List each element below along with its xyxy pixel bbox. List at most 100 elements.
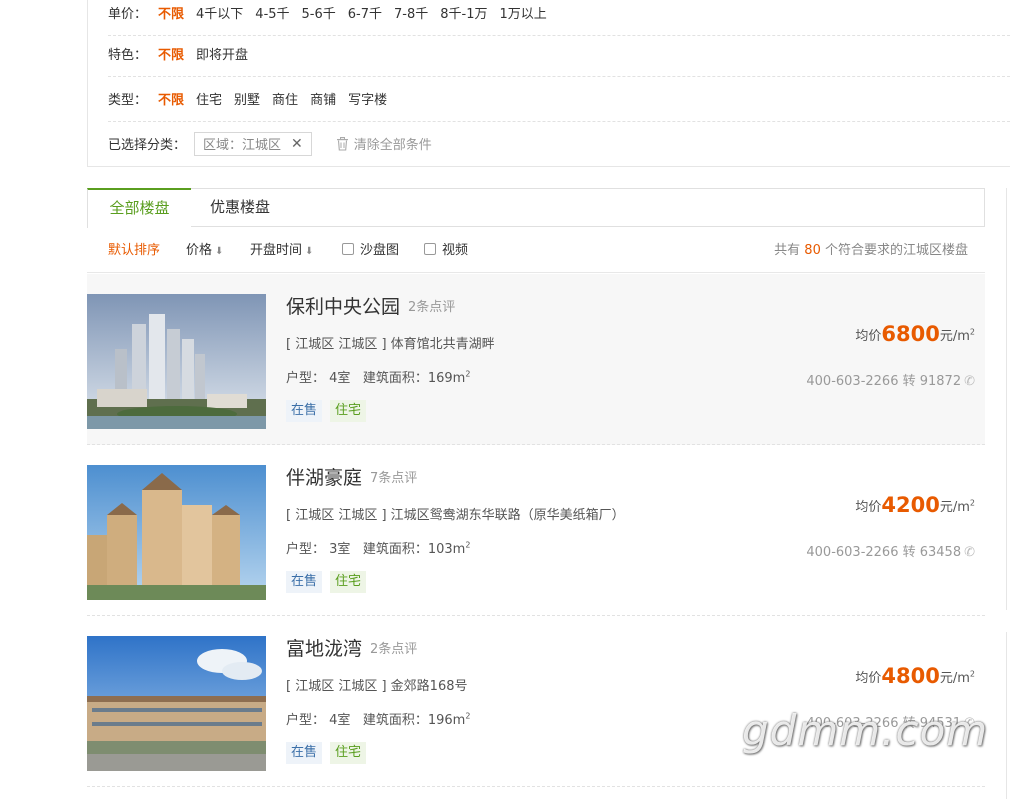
- listing-name[interactable]: 富地泷湾 2条点评: [286, 634, 417, 661]
- listing-name[interactable]: 伴湖豪庭 7条点评: [286, 463, 417, 490]
- listing-spec: 户型： 3室 建筑面积：103m2: [286, 538, 470, 557]
- layout-label: 户型：: [286, 713, 326, 728]
- side-divider: [1006, 188, 1007, 610]
- price-value: 6800: [881, 322, 940, 346]
- phone-text: 400-603-2266 转 91872: [806, 374, 962, 389]
- watermark: gdmm.com: [742, 706, 989, 755]
- filter-row-selected: 已选择分类： 区域：江城区 ✕ 清除全部条件: [108, 121, 1010, 166]
- arrow-down-icon: ⬇: [305, 246, 314, 257]
- filter-option[interactable]: 即将开盘: [196, 44, 248, 63]
- area-value: 103m: [427, 542, 466, 557]
- filter-option[interactable]: 住宅: [196, 89, 222, 108]
- status-badge: 在售: [286, 400, 323, 422]
- filter-option[interactable]: 商铺: [310, 89, 336, 108]
- filter-panel: 单价： 不限 4千以下 4-5千 5-6千 6-7千 7-8千 8千-1万 1万…: [87, 0, 1010, 167]
- listing-reviews[interactable]: 2条点评: [408, 300, 455, 315]
- listing-spec: 户型： 4室 建筑面积：196m2: [286, 709, 470, 728]
- listing-address: [ 江城区 江城区 ] 江城区鸳鸯湖东华联路（原华美纸箱厂）: [286, 508, 625, 523]
- listing-name[interactable]: 保利中央公园 2条点评: [286, 292, 455, 319]
- listing-name-text[interactable]: 保利中央公园: [286, 296, 400, 318]
- listing-tags: 在售 住宅: [286, 742, 374, 764]
- close-icon[interactable]: ✕: [291, 136, 303, 152]
- price-label: 均价: [855, 671, 882, 686]
- selected-tag-text: 区域：江城区: [203, 138, 282, 153]
- listing-photo[interactable]: [87, 465, 266, 600]
- layout-value: 3室: [329, 542, 351, 557]
- area-label: 建筑面积：: [362, 371, 428, 386]
- filter-video-checkbox[interactable]: 视频: [424, 228, 468, 273]
- status-badge: 在售: [286, 742, 323, 764]
- layout-label: 户型：: [286, 371, 326, 386]
- price-value: 4200: [881, 493, 940, 517]
- area-label: 建筑面积：: [362, 713, 428, 728]
- sand-table-label: 沙盘图: [360, 243, 400, 258]
- price-sup: 2: [969, 498, 975, 508]
- sort-open-time[interactable]: 开盘时间 ⬇: [250, 228, 313, 273]
- filter-option-unlimited[interactable]: 不限: [158, 44, 184, 63]
- sort-price[interactable]: 价格 ⬇: [186, 228, 223, 273]
- clear-all-button[interactable]: 清除全部条件: [336, 134, 432, 153]
- filter-label-type: 类型：: [108, 93, 148, 108]
- filter-option[interactable]: 4-5千: [255, 3, 289, 22]
- count-number: 80: [804, 243, 821, 258]
- count-suffix: 个符合要求的江城区楼盘: [824, 243, 968, 258]
- filter-option[interactable]: 5-6千: [302, 3, 336, 22]
- listing-item[interactable]: 保利中央公园 2条点评 [ 江城区 江城区 ] 体育馆北共青湖畔 户型： 4室 建…: [87, 274, 985, 445]
- filter-row-feature: 特色： 不限 即将开盘: [108, 31, 1010, 77]
- listing-reviews[interactable]: 7条点评: [370, 471, 417, 486]
- listing-photo[interactable]: [87, 636, 266, 771]
- filter-option[interactable]: 1万以上: [499, 3, 546, 22]
- sort-default[interactable]: 默认排序: [108, 228, 160, 273]
- filter-option[interactable]: 4千以下: [196, 3, 243, 22]
- selected-tag-district[interactable]: 区域：江城区 ✕: [194, 131, 312, 156]
- layout-label: 户型：: [286, 542, 326, 557]
- filter-row-type: 类型： 不限 住宅 别墅 商住 商铺 写字楼: [108, 76, 1010, 122]
- filter-option[interactable]: 商住: [272, 89, 298, 108]
- filter-option[interactable]: 7-8千: [394, 3, 428, 22]
- filter-option-unlimited[interactable]: 不限: [158, 3, 184, 22]
- price-label: 均价: [855, 329, 882, 344]
- sort-open-time-label: 开盘时间: [250, 243, 303, 258]
- listing-price: 均价6800元/m2: [855, 322, 975, 346]
- phone-icon: ✆: [964, 545, 975, 560]
- filter-option-unlimited[interactable]: 不限: [158, 89, 184, 108]
- listing-item[interactable]: 富地泷湾 2条点评 [ 江城区 江城区 ] 金郊路168号 户型： 4室 建筑面积…: [87, 616, 985, 787]
- count-prefix: 共有: [774, 243, 801, 258]
- filter-sand-table-checkbox[interactable]: 沙盘图: [342, 228, 399, 273]
- listing-reviews[interactable]: 2条点评: [370, 642, 417, 657]
- type-badge: 住宅: [330, 400, 367, 422]
- filter-option[interactable]: 6-7千: [348, 3, 382, 22]
- tab-all-listings[interactable]: 全部楼盘: [87, 188, 191, 228]
- phone-text: 400-603-2266 转 63458: [806, 545, 962, 560]
- type-badge: 住宅: [330, 742, 367, 764]
- checkbox[interactable]: [424, 243, 436, 255]
- type-badge: 住宅: [330, 571, 367, 593]
- listing-name-text[interactable]: 伴湖豪庭: [286, 467, 362, 489]
- price-sup: 2: [969, 327, 975, 337]
- phone-icon: ✆: [964, 374, 975, 389]
- filter-label-unit-price: 单价：: [108, 7, 148, 22]
- checkbox[interactable]: [342, 243, 354, 255]
- listing-phone: 400-603-2266 转 63458 ✆: [806, 541, 975, 560]
- filter-option[interactable]: 8千-1万: [440, 3, 487, 22]
- listing-photo[interactable]: [87, 294, 266, 429]
- filter-option[interactable]: 写字楼: [348, 89, 387, 108]
- status-badge: 在售: [286, 571, 323, 593]
- listing-tags: 在售 住宅: [286, 571, 374, 593]
- listing-address: [ 江城区 江城区 ] 金郊路168号: [286, 679, 468, 694]
- area-sup: 2: [465, 711, 471, 721]
- tab-discount-listings[interactable]: 优惠楼盘: [210, 188, 270, 227]
- area-value: 169m: [427, 371, 466, 386]
- arrow-down-icon: ⬇: [215, 246, 224, 257]
- area-sup: 2: [465, 369, 471, 379]
- listing-item[interactable]: 伴湖豪庭 7条点评 [ 江城区 江城区 ] 江城区鸳鸯湖东华联路（原华美纸箱厂） …: [87, 445, 985, 616]
- selected-label: 已选择分类：: [108, 138, 187, 153]
- filter-option[interactable]: 别墅: [234, 89, 260, 108]
- price-unit: 元/m: [939, 329, 970, 344]
- listing-tabs: 全部楼盘 优惠楼盘: [87, 188, 985, 228]
- price-value: 4800: [881, 664, 940, 688]
- area-value: 196m: [427, 713, 466, 728]
- side-divider: [1006, 632, 1007, 799]
- listing-tags: 在售 住宅: [286, 400, 374, 422]
- listing-name-text[interactable]: 富地泷湾: [286, 638, 362, 660]
